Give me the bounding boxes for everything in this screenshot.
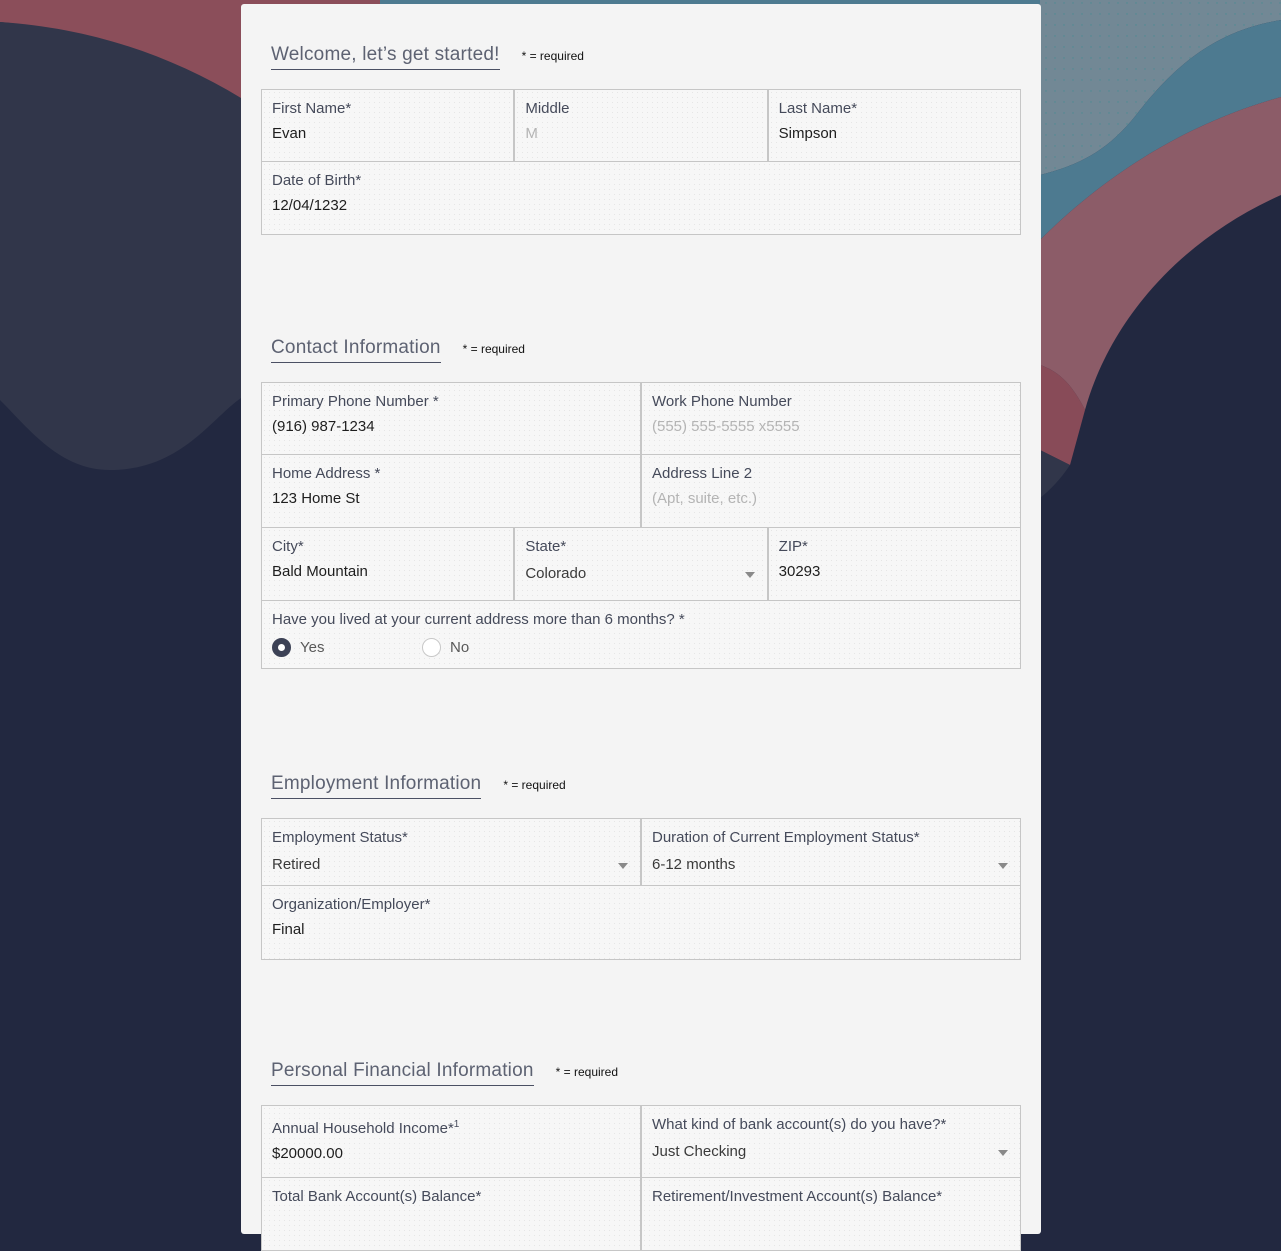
employment-duration-selected-value[interactable]: 6-12 months xyxy=(652,856,1010,874)
financial-section-title: Personal Financial Information xyxy=(271,1060,534,1086)
home-address-field[interactable]: Home Address * 123 Home St xyxy=(262,455,641,528)
annual-income-field[interactable]: Annual Household Income*1 $20000.00 xyxy=(262,1105,641,1178)
chevron-down-icon[interactable] xyxy=(998,863,1008,869)
required-note: * = required xyxy=(462,342,525,356)
employment-duration-label: Duration of Current Employment Status* xyxy=(652,829,920,846)
middle-name-label: Middle xyxy=(525,100,570,117)
state-selected-value[interactable]: Colorado xyxy=(525,565,756,583)
address-line-2-label: Address Line 2 xyxy=(652,465,753,482)
lived-six-months-radio-group: Yes No xyxy=(272,638,1010,657)
radio-yes[interactable]: Yes xyxy=(272,638,422,657)
financial-section-header: Personal Financial Information * = requi… xyxy=(271,1060,618,1086)
date-of-birth-label: Date of Birth* xyxy=(272,172,362,189)
home-address-label: Home Address * xyxy=(272,465,381,482)
contact-section-title: Contact Information xyxy=(271,337,441,363)
employment-status-label: Employment Status* xyxy=(272,829,408,846)
bank-account-kind-select[interactable]: What kind of bank account(s) do you have… xyxy=(641,1105,1021,1178)
employment-duration-select[interactable]: Duration of Current Employment Status* 6… xyxy=(641,818,1021,886)
first-name-label: First Name* xyxy=(272,100,352,117)
welcome-section-title: Welcome, let’s get started! xyxy=(271,44,500,70)
required-note: * = required xyxy=(503,778,566,792)
state-select[interactable]: State* Colorado xyxy=(514,528,768,601)
welcome-fields: First Name* Evan Middle M Last Name* Sim… xyxy=(261,89,1021,235)
primary-phone-input[interactable]: (916) 987-1234 xyxy=(272,418,630,436)
annual-income-label: Annual Household Income*1 xyxy=(272,1119,460,1137)
date-of-birth-field[interactable]: Date of Birth* 12/04/1232 xyxy=(262,162,1021,235)
last-name-label: Last Name* xyxy=(778,100,858,117)
chevron-down-icon[interactable] xyxy=(744,572,755,578)
financial-fields: Annual Household Income*1 $20000.00 What… xyxy=(261,1105,1021,1251)
bank-balance-label: Total Bank Account(s) Balance* xyxy=(272,1188,482,1205)
chevron-down-icon[interactable] xyxy=(618,863,628,869)
home-address-input[interactable]: 123 Home St xyxy=(272,490,630,508)
chevron-down-icon[interactable] xyxy=(998,1150,1008,1156)
work-phone-label: Work Phone Number xyxy=(652,393,792,410)
primary-phone-label: Primary Phone Number * xyxy=(272,393,439,410)
contact-fields: Primary Phone Number * (916) 987-1234 Wo… xyxy=(261,382,1021,669)
first-name-input[interactable]: Evan xyxy=(272,125,503,143)
city-input[interactable]: Bald Mountain xyxy=(272,563,503,581)
work-phone-input[interactable]: (555) 555-5555 x5555 xyxy=(652,418,1010,436)
employment-section-title: Employment Information xyxy=(271,773,482,799)
bank-account-kind-selected-value[interactable]: Just Checking xyxy=(652,1143,1010,1161)
lived-six-months-field: Have you lived at your current address m… xyxy=(262,601,1021,669)
employment-fields: Employment Status* Retired Duration of C… xyxy=(261,818,1021,960)
city-field[interactable]: City* Bald Mountain xyxy=(262,528,515,601)
radio-no[interactable]: No xyxy=(422,638,572,657)
footnote-marker: 1 xyxy=(453,1119,460,1130)
bg-shape-slate-left xyxy=(0,22,241,470)
radio-unselected-icon[interactable] xyxy=(422,638,441,657)
first-name-field[interactable]: First Name* Evan xyxy=(262,89,515,162)
employer-input[interactable]: Final xyxy=(272,921,1010,939)
last-name-input[interactable]: Simpson xyxy=(779,125,1010,143)
bank-account-kind-label: What kind of bank account(s) do you have… xyxy=(652,1116,947,1133)
radio-no-label: No xyxy=(450,639,470,656)
application-form-card: Welcome, let’s get started! * = required… xyxy=(241,4,1041,1251)
zip-label: ZIP* xyxy=(778,538,808,555)
last-name-field[interactable]: Last Name* Simpson xyxy=(767,89,1021,162)
annual-income-input[interactable]: $20000.00 xyxy=(272,1145,630,1163)
radio-yes-label: Yes xyxy=(300,639,325,656)
city-label: City* xyxy=(272,538,304,555)
employment-status-selected-value[interactable]: Retired xyxy=(272,856,630,874)
required-note: * = required xyxy=(521,49,584,63)
radio-selected-icon[interactable] xyxy=(272,638,291,657)
retirement-balance-label: Retirement/Investment Account(s) Balance… xyxy=(652,1188,943,1205)
primary-phone-field[interactable]: Primary Phone Number * (916) 987-1234 xyxy=(262,382,641,455)
employment-section-header: Employment Information * = required xyxy=(271,773,566,799)
employer-field[interactable]: Organization/Employer* Final xyxy=(262,886,1021,960)
address-line-2-field[interactable]: Address Line 2 (Apt, suite, etc.) xyxy=(641,455,1021,528)
welcome-section-header: Welcome, let’s get started! * = required xyxy=(271,44,584,70)
work-phone-field[interactable]: Work Phone Number (555) 555-5555 x5555 xyxy=(641,382,1021,455)
lived-six-months-question: Have you lived at your current address m… xyxy=(272,611,685,628)
contact-section-header: Contact Information * = required xyxy=(271,337,525,363)
zip-field[interactable]: ZIP* 30293 xyxy=(767,528,1021,601)
retirement-balance-field[interactable]: Retirement/Investment Account(s) Balance… xyxy=(641,1178,1021,1251)
middle-name-input[interactable]: M xyxy=(525,125,756,143)
address-line-2-input[interactable]: (Apt, suite, etc.) xyxy=(652,490,1010,508)
date-of-birth-input[interactable]: 12/04/1232 xyxy=(272,197,1010,215)
state-label: State* xyxy=(525,538,567,555)
employer-label: Organization/Employer* xyxy=(272,896,431,913)
employment-status-select[interactable]: Employment Status* Retired xyxy=(262,818,641,886)
bank-balance-field[interactable]: Total Bank Account(s) Balance* xyxy=(262,1178,641,1251)
zip-input[interactable]: 30293 xyxy=(779,563,1010,581)
middle-name-field[interactable]: Middle M xyxy=(514,89,768,162)
required-note: * = required xyxy=(555,1065,619,1079)
